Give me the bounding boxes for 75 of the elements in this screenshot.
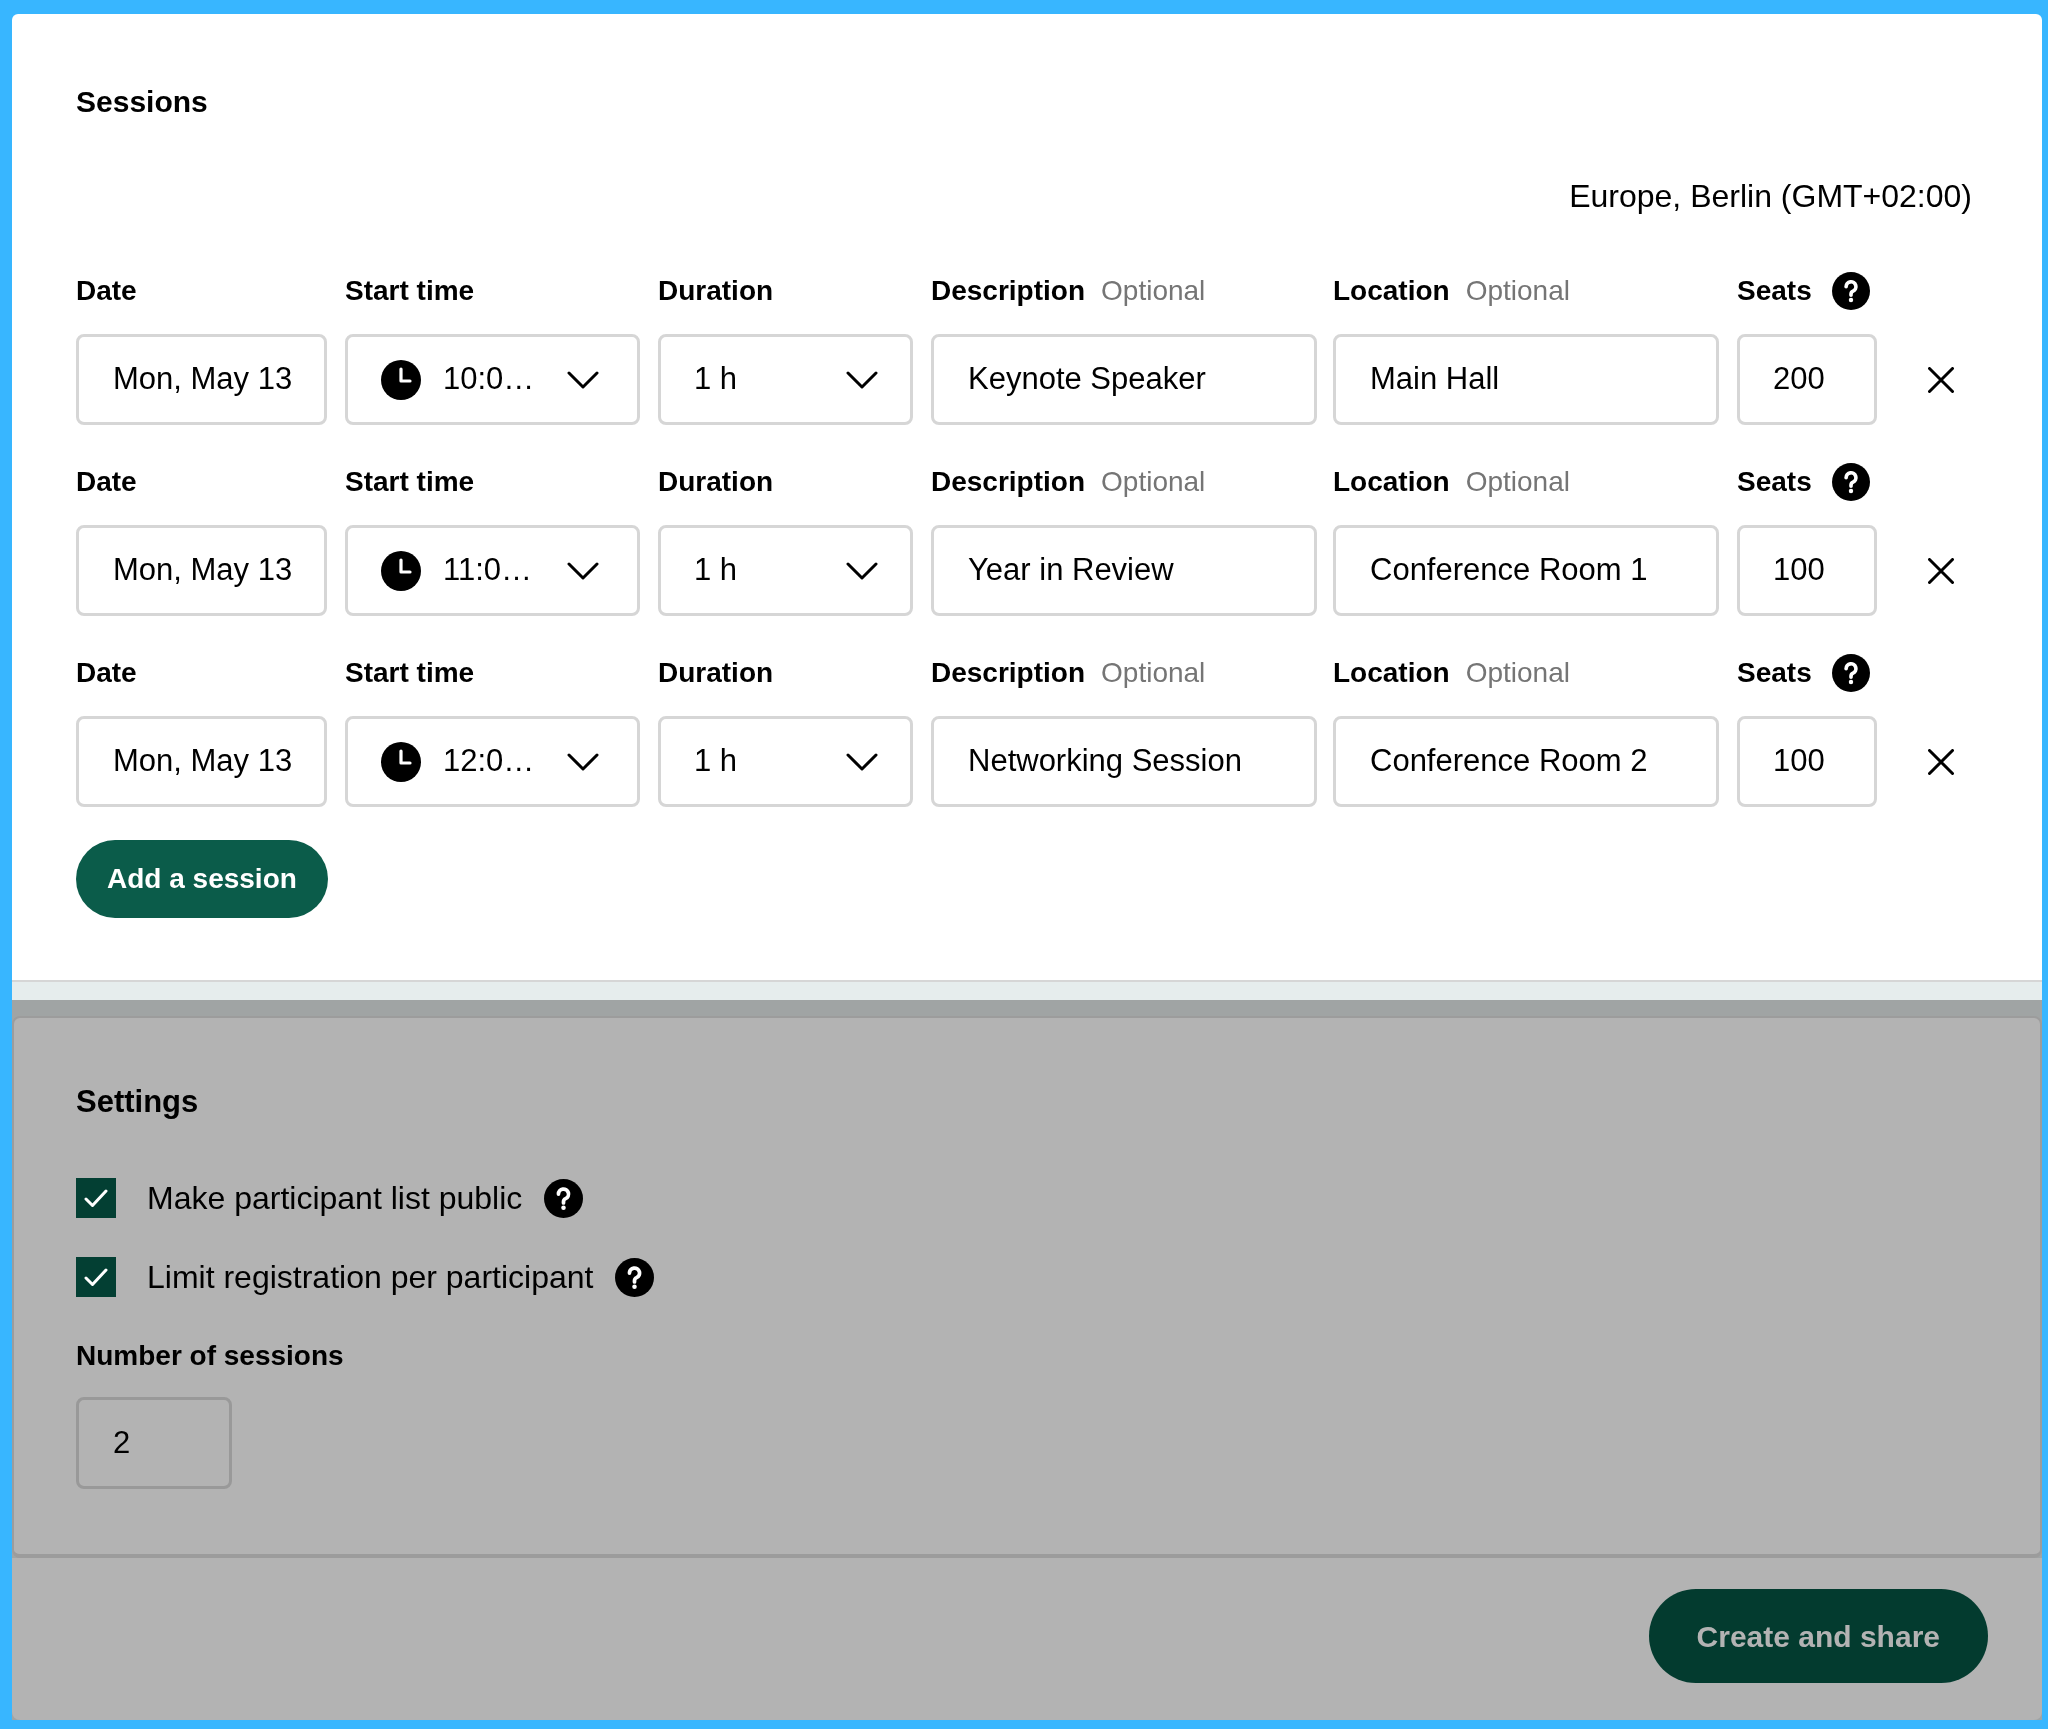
remove-session-button[interactable] <box>1928 557 1954 584</box>
field-label: Seats <box>1737 465 1812 499</box>
field-label: Date <box>76 274 137 308</box>
field-label: Date <box>76 656 137 690</box>
field-label: Location <box>1333 465 1450 499</box>
field-label: Location <box>1333 274 1450 308</box>
field-label: Description <box>931 274 1086 308</box>
location-field[interactable]: Conference Room 1 <box>1333 525 1719 616</box>
field-label: Start time <box>345 465 475 499</box>
add-session-button[interactable]: Add a session <box>76 840 328 918</box>
checkbox[interactable] <box>76 1257 116 1297</box>
clock-icon <box>381 741 421 782</box>
field-label: Duration <box>658 465 774 499</box>
location-field[interactable]: Conference Room 2 <box>1333 716 1719 807</box>
field-label: Date <box>76 465 137 499</box>
seats-field[interactable]: 100 <box>1737 716 1877 807</box>
date-field[interactable]: Mon, May 13 <box>76 334 327 425</box>
help-icon[interactable] <box>615 1257 655 1297</box>
field-label: Description <box>931 465 1086 499</box>
clock-icon <box>381 550 421 591</box>
optional-hint: Optional <box>1465 465 1570 499</box>
optional-hint: Optional <box>1101 465 1206 499</box>
checkmark-icon <box>84 1267 108 1287</box>
close-icon <box>1928 366 1954 393</box>
option-label: Make participant list public <box>147 1179 523 1218</box>
field-label: Start time <box>345 656 475 690</box>
date-field[interactable]: Mon, May 13 <box>76 525 327 616</box>
field-label: Seats <box>1737 656 1812 690</box>
field-label: Duration <box>658 274 774 308</box>
date-field[interactable]: Mon, May 13 <box>76 716 327 807</box>
start-time-select[interactable]: 10:0… <box>345 334 640 425</box>
timezone-label: Europe, Berlin (GMT+02:00) <box>1569 177 1972 216</box>
duration-select[interactable]: 1 h <box>658 334 913 425</box>
seats-field[interactable]: 100 <box>1737 525 1877 616</box>
description-field[interactable]: Networking Session <box>931 716 1317 807</box>
close-icon <box>1928 557 1954 584</box>
field-label: Description <box>931 656 1086 690</box>
remove-session-button[interactable] <box>1928 366 1954 393</box>
chevron-down-icon <box>846 752 878 771</box>
field-label: Duration <box>658 656 774 690</box>
remove-session-button[interactable] <box>1928 748 1954 775</box>
field-label: Seats <box>1737 274 1812 308</box>
optional-hint: Optional <box>1101 274 1206 308</box>
option-label: Limit registration per participant <box>147 1258 594 1297</box>
checkbox[interactable] <box>76 1178 116 1218</box>
location-field[interactable]: Main Hall <box>1333 334 1719 425</box>
chevron-down-icon <box>567 561 599 580</box>
description-field[interactable]: Keynote Speaker <box>931 334 1317 425</box>
field-label: Number of sessions <box>76 1339 344 1373</box>
help-icon[interactable] <box>1831 463 1870 501</box>
section-title: Sessions <box>76 84 208 120</box>
help-icon[interactable] <box>1831 272 1870 310</box>
section-title: Settings <box>76 1083 199 1121</box>
chevron-down-icon <box>567 370 599 389</box>
optional-hint: Optional <box>1465 274 1570 308</box>
number-field[interactable]: 2 <box>76 1397 232 1489</box>
field-label: Start time <box>345 274 475 308</box>
chevron-down-icon <box>567 752 599 771</box>
optional-hint: Optional <box>1101 656 1206 690</box>
checkmark-icon <box>84 1188 108 1208</box>
start-time-select[interactable]: 12:0… <box>345 716 640 807</box>
duration-select[interactable]: 1 h <box>658 716 913 807</box>
seats-field[interactable]: 200 <box>1737 334 1877 425</box>
help-icon[interactable] <box>544 1178 584 1218</box>
start-time-select[interactable]: 11:0… <box>345 525 640 616</box>
field-label: Location <box>1333 656 1450 690</box>
clock-icon <box>381 359 421 400</box>
chevron-down-icon <box>846 370 878 389</box>
close-icon <box>1928 748 1954 775</box>
create-and-share-button[interactable]: Create and share <box>1648 1589 1988 1683</box>
help-icon[interactable] <box>1831 654 1870 692</box>
duration-select[interactable]: 1 h <box>658 525 913 616</box>
optional-hint: Optional <box>1465 656 1570 690</box>
description-field[interactable]: Year in Review <box>931 525 1317 616</box>
chevron-down-icon <box>846 561 878 580</box>
